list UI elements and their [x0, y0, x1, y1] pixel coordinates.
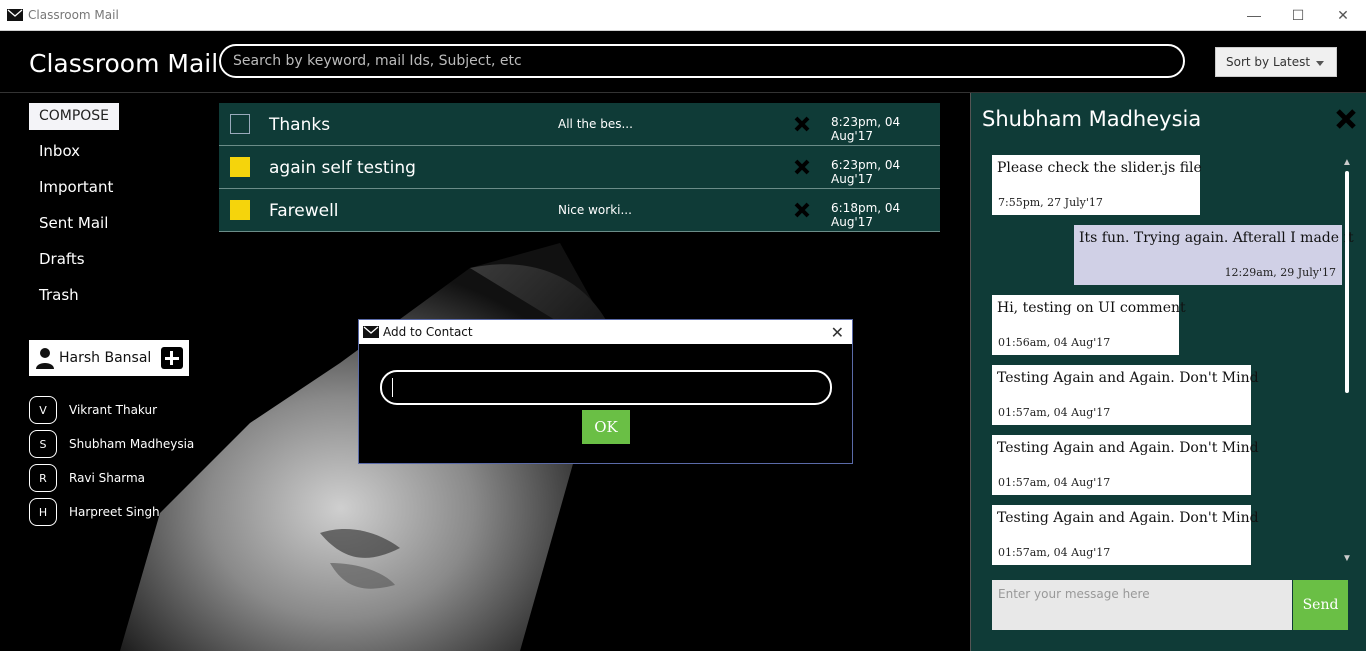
message-text: Please check the slider.js file [997, 160, 1202, 176]
scroll-up-icon[interactable]: ▲ [1342, 157, 1352, 168]
mail-icon [363, 326, 379, 338]
nav-item-drafts[interactable]: Drafts [39, 250, 85, 268]
chat-message: Testing Again and Again. Don't Mind 01:5… [992, 505, 1259, 565]
chat-message: Testing Again and Again. Don't Mind 01:5… [992, 365, 1259, 425]
message-input-placeholder: Enter your message here [998, 587, 1150, 601]
mail-checkbox[interactable] [230, 200, 250, 220]
minimize-icon[interactable]: — [1244, 5, 1264, 25]
user-icon [36, 348, 54, 369]
app-header: Classroom Mail Search by keyword, mail I… [0, 31, 1366, 93]
message-text: Its fun. Trying again. Afterall I made i… [1079, 230, 1354, 246]
window-title: Classroom Mail [28, 8, 119, 22]
avatar: V [29, 396, 57, 424]
scrollbar-thumb[interactable] [1345, 171, 1349, 393]
window-titlebar: Classroom Mail — ☐ ✕ [0, 0, 1366, 31]
mail-subject: Thanks [269, 115, 331, 135]
nav-item-trash[interactable]: Trash [39, 286, 79, 304]
nav-item-inbox[interactable]: Inbox [39, 142, 80, 160]
scroll-down-icon[interactable]: ▼ [1342, 553, 1352, 564]
text-cursor [392, 378, 393, 397]
contact-name: Shubham Madheysia [69, 437, 195, 451]
delete-icon[interactable] [793, 115, 811, 133]
mail-preview: All the bes... [558, 117, 633, 131]
message-text: Hi, testing on UI comment [997, 300, 1186, 316]
ok-button[interactable]: OK [582, 410, 630, 444]
current-user[interactable]: Harsh Bansal [29, 340, 189, 376]
message-time: 01:57am, 04 Aug'17 [998, 546, 1111, 559]
message-time: 7:55pm, 27 July'17 [998, 196, 1103, 209]
message-time: 01:56am, 04 Aug'17 [998, 336, 1111, 349]
chat-message: Please check the slider.js file 7:55pm, … [992, 155, 1202, 215]
chat-contact-name: Shubham Madheysia [982, 107, 1202, 131]
close-icon[interactable] [1335, 108, 1357, 130]
maximize-icon[interactable]: ☐ [1288, 5, 1308, 25]
message-time: 01:57am, 04 Aug'17 [998, 476, 1111, 489]
chat-panel: Shubham Madheysia Please check the slide… [970, 93, 1366, 651]
contact-name: Ravi Sharma [69, 471, 146, 485]
compose-button[interactable]: COMPOSE [29, 103, 119, 130]
message-text: Testing Again and Again. Don't Mind [997, 440, 1259, 456]
mail-row[interactable]: again self testing 6:23pm, 04 Aug'17 [219, 146, 940, 189]
chat-message: Hi, testing on UI comment 01:56am, 04 Au… [992, 295, 1186, 355]
avatar: R [29, 464, 57, 492]
close-icon[interactable]: ✕ [831, 323, 844, 343]
chat-message: Its fun. Trying again. Afterall I made i… [1074, 225, 1354, 285]
chat-message: Testing Again and Again. Don't Mind 01:5… [992, 435, 1259, 495]
contact-name-input[interactable] [380, 370, 832, 405]
message-text: Testing Again and Again. Don't Mind [997, 510, 1259, 526]
search-placeholder: Search by keyword, mail Ids, Subject, et… [233, 53, 522, 69]
mail-time: 8:23pm, 04 Aug'17 [831, 115, 901, 143]
add-contact-dialog: Add to Contact ✕ OK [358, 319, 853, 464]
mail-row[interactable]: Thanks All the bes... 8:23pm, 04 Aug'17 [219, 103, 940, 146]
delete-icon[interactable] [793, 201, 811, 219]
chevron-down-icon [1316, 61, 1324, 66]
send-button[interactable]: Send [1293, 580, 1348, 630]
sort-label: Sort by Latest [1226, 55, 1311, 69]
avatar: S [29, 430, 57, 458]
mail-time: 6:18pm, 04 Aug'17 [831, 201, 901, 229]
mail-subject: Farewell [269, 201, 339, 221]
close-icon[interactable]: ✕ [1333, 5, 1353, 25]
nav-item-important[interactable]: Important [39, 178, 113, 196]
mail-list: Thanks All the bes... 8:23pm, 04 Aug'17 … [219, 103, 940, 232]
dialog-title: Add to Contact [383, 325, 473, 339]
message-input[interactable]: Enter your message here [992, 580, 1292, 630]
dialog-titlebar: Add to Contact ✕ [359, 320, 852, 344]
app-brand: Classroom Mail [29, 49, 219, 78]
message-text: Testing Again and Again. Don't Mind [997, 370, 1259, 386]
current-user-name: Harsh Bansal [59, 350, 152, 366]
mail-icon [7, 9, 23, 21]
mail-checkbox[interactable] [230, 114, 250, 134]
message-time: 12:29am, 29 July'17 [1224, 266, 1336, 279]
mail-time: 6:23pm, 04 Aug'17 [831, 158, 901, 186]
avatar: H [29, 498, 57, 526]
mail-preview: Nice worki... [558, 203, 632, 217]
search-input[interactable]: Search by keyword, mail Ids, Subject, et… [219, 44, 1185, 78]
contact-name: Vikrant Thakur [69, 403, 158, 417]
nav-item-sent-mail[interactable]: Sent Mail [39, 214, 108, 232]
mail-row[interactable]: Farewell Nice worki... 6:18pm, 04 Aug'17 [219, 189, 940, 232]
delete-icon[interactable] [793, 158, 811, 176]
message-time: 01:57am, 04 Aug'17 [998, 406, 1111, 419]
add-contact-icon[interactable] [161, 347, 183, 369]
mail-subject: again self testing [269, 158, 416, 178]
contact-name: Harpreet Singh [69, 505, 160, 519]
sort-dropdown[interactable]: Sort by Latest [1215, 47, 1337, 77]
mail-checkbox[interactable] [230, 157, 250, 177]
